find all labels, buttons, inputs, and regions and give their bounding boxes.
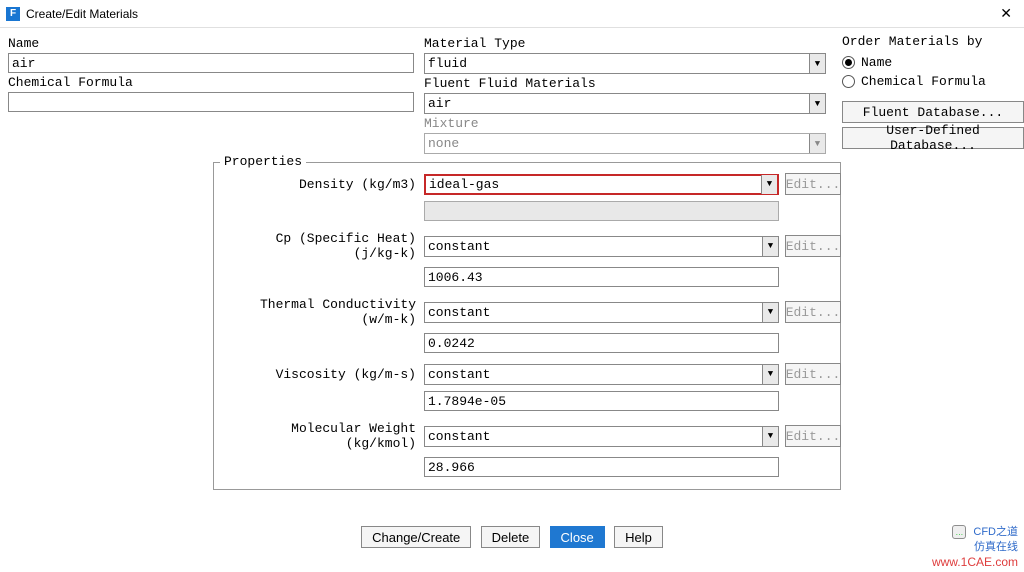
watermark-site: www.1CAE.com: [932, 555, 1018, 570]
formula-input[interactable]: [8, 92, 414, 112]
tc-method-dropdown[interactable]: constant ▼: [424, 302, 779, 323]
name-label: Name: [8, 36, 424, 51]
material-type-label: Material Type: [424, 36, 834, 51]
fluid-materials-dropdown[interactable]: air ▼: [424, 93, 826, 114]
order-by-name-radio[interactable]: Name: [842, 55, 1024, 70]
mw-method-value: constant: [425, 429, 762, 444]
order-materials-label: Order Materials by: [842, 34, 1024, 49]
mw-value-input[interactable]: [424, 457, 779, 477]
tc-label: Thermal Conductivity (w/m-k): [222, 297, 418, 327]
titlebar: F Create/Edit Materials ✕: [0, 0, 1024, 28]
tc-value-input[interactable]: [424, 333, 779, 353]
mixture-value: none: [425, 136, 809, 151]
viscosity-edit-button: Edit...: [785, 363, 841, 385]
fluid-materials-value: air: [425, 96, 809, 111]
bottom-button-bar: Change/Create Delete Close Help: [0, 526, 1024, 548]
formula-label: Chemical Formula: [8, 75, 424, 90]
chevron-down-icon[interactable]: ▼: [761, 175, 777, 194]
order-materials-group: Order Materials by Name Chemical Formula…: [834, 34, 1024, 154]
close-icon[interactable]: ✕: [994, 5, 1018, 22]
mw-edit-button: Edit...: [785, 425, 841, 447]
order-by-formula-radio[interactable]: Chemical Formula: [842, 74, 1024, 89]
cp-method-value: constant: [425, 239, 762, 254]
chevron-down-icon[interactable]: ▼: [762, 303, 778, 322]
radio-icon: [842, 56, 855, 69]
chevron-down-icon[interactable]: ▼: [762, 427, 778, 446]
fluent-database-button[interactable]: Fluent Database...: [842, 101, 1024, 123]
mixture-dropdown: none ▼: [424, 133, 826, 154]
user-defined-database-button[interactable]: User-Defined Database...: [842, 127, 1024, 149]
name-input[interactable]: [8, 53, 414, 73]
help-button[interactable]: Help: [614, 526, 663, 548]
cp-method-dropdown[interactable]: constant ▼: [424, 236, 779, 257]
viscosity-method-value: constant: [425, 367, 762, 382]
density-edit-button: Edit...: [785, 173, 841, 195]
density-label: Density (kg/m3): [222, 177, 418, 192]
viscosity-value-input[interactable]: [424, 391, 779, 411]
chevron-down-icon[interactable]: ▼: [809, 94, 825, 113]
delete-button[interactable]: Delete: [481, 526, 541, 548]
density-value-input: [424, 201, 779, 221]
mixture-label: Mixture: [424, 116, 834, 131]
fluid-materials-label: Fluent Fluid Materials: [424, 76, 834, 91]
order-by-name-label: Name: [861, 55, 892, 70]
order-by-formula-label: Chemical Formula: [861, 74, 986, 89]
tc-method-value: constant: [425, 305, 762, 320]
density-method-dropdown[interactable]: ideal-gas ▼: [424, 174, 779, 195]
material-type-section: Material Type fluid ▼ Fluent Fluid Mater…: [424, 34, 834, 154]
cp-label: Cp (Specific Heat) (j/kg-k): [222, 231, 418, 261]
cp-edit-button: Edit...: [785, 235, 841, 257]
window-title: Create/Edit Materials: [26, 7, 138, 21]
material-type-value: fluid: [425, 56, 809, 71]
properties-fieldset: Properties Density (kg/m3) ideal-gas ▼ E…: [213, 162, 841, 490]
viscosity-label: Viscosity (kg/m-s): [222, 367, 418, 382]
chevron-down-icon[interactable]: ▼: [762, 365, 778, 384]
material-type-dropdown[interactable]: fluid ▼: [424, 53, 826, 74]
tc-edit-button: Edit...: [785, 301, 841, 323]
properties-legend: Properties: [220, 154, 306, 169]
close-button[interactable]: Close: [550, 526, 605, 548]
viscosity-method-dropdown[interactable]: constant ▼: [424, 364, 779, 385]
chevron-down-icon[interactable]: ▼: [762, 237, 778, 256]
cp-value-input[interactable]: [424, 267, 779, 287]
radio-icon: [842, 75, 855, 88]
mw-label: Molecular Weight (kg/kmol): [222, 421, 418, 451]
mw-method-dropdown[interactable]: constant ▼: [424, 426, 779, 447]
density-method-value: ideal-gas: [426, 177, 761, 192]
name-section: Name Chemical Formula: [8, 34, 424, 154]
chevron-down-icon[interactable]: ▼: [809, 54, 825, 73]
chevron-down-icon: ▼: [809, 134, 825, 153]
app-icon: F: [6, 7, 20, 21]
change-create-button[interactable]: Change/Create: [361, 526, 471, 548]
